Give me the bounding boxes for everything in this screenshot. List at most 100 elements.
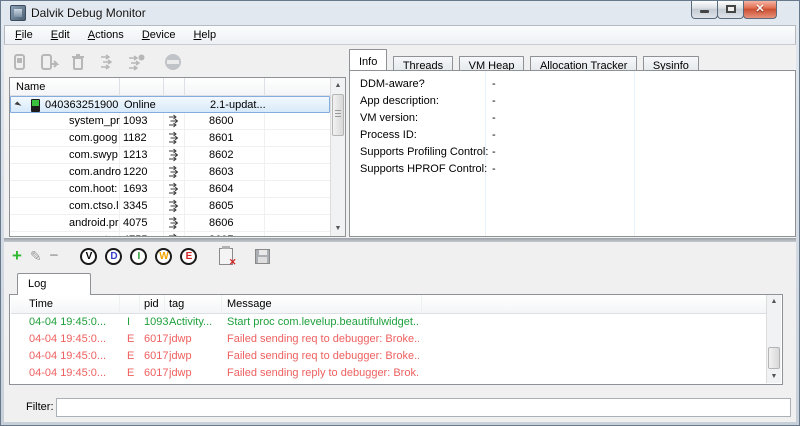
column-divider[interactable] xyxy=(264,78,265,96)
col-pid: pid xyxy=(144,298,159,310)
log-row[interactable]: 04-04 19:45:0...E6017jdwpFailed sending … xyxy=(11,365,766,382)
device-process-tree: Name 040363251900 Online 2.1-updat... sy… xyxy=(9,77,346,237)
process-name: com.andro xyxy=(69,166,121,178)
menu-actions[interactable]: Actions xyxy=(80,27,132,43)
device-row[interactable]: 040363251900 Online 2.1-updat... xyxy=(10,96,330,113)
menu-file[interactable]: File xyxy=(7,27,41,43)
tree-scrollbar[interactable]: ▲ ▼ xyxy=(330,78,345,236)
process-name: com.ctso.l xyxy=(69,200,121,212)
ddms-window: Dalvik Debug Monitor ✕ File Edit Actions… xyxy=(0,0,800,426)
scroll-up-icon[interactable]: ▲ xyxy=(769,298,779,305)
client-area: Name 040363251900 Online 2.1-updat... sy… xyxy=(4,45,796,422)
process-pid: 3345 xyxy=(123,200,147,212)
garbage-collect-icon[interactable] xyxy=(68,52,88,72)
minimize-icon xyxy=(700,10,709,13)
threads-icon xyxy=(167,114,181,128)
process-row[interactable]: com.andro 1220 8603 xyxy=(10,164,330,181)
maximize-button[interactable] xyxy=(717,1,744,19)
info-row: Process ID:- xyxy=(350,127,795,144)
info-row: Supports HPROF Control:- xyxy=(350,161,795,178)
process-row[interactable]: com.hoot: 1693 8604 xyxy=(10,181,330,198)
info-row: DDM-aware?- xyxy=(350,76,795,93)
log-row[interactable]: 04-04 19:45:0...I1093Activity...Start pr… xyxy=(11,314,766,331)
process-port: 8601 xyxy=(209,132,233,144)
scroll-down-icon[interactable]: ▼ xyxy=(333,225,343,232)
clear-log-icon[interactable] xyxy=(219,248,233,265)
process-pid: 4075 xyxy=(123,217,147,229)
edit-filter-button[interactable]: ✎ xyxy=(30,248,42,265)
process-name: com.goog xyxy=(69,132,121,144)
menu-device[interactable]: Device xyxy=(134,27,184,43)
process-row[interactable]: com.ctso.l 3345 8605 xyxy=(10,198,330,215)
maximize-icon xyxy=(726,5,736,13)
horizontal-sash[interactable] xyxy=(4,238,796,242)
process-pid: 1220 xyxy=(123,166,147,178)
process-row[interactable]: com.goog 1182 8601 xyxy=(10,130,330,147)
delete-filter-button[interactable]: − xyxy=(50,249,59,263)
scroll-down-icon[interactable]: ▼ xyxy=(769,373,779,380)
process-port: 8602 xyxy=(209,149,233,161)
device-status: Online xyxy=(124,99,156,111)
process-row[interactable]: com.swyp 1213 8602 xyxy=(10,147,330,164)
close-button[interactable]: ✕ xyxy=(743,1,777,19)
log-level-error-button[interactable]: E xyxy=(180,248,197,265)
column-divider[interactable] xyxy=(163,78,164,96)
threads-icon xyxy=(167,199,181,213)
update-threads-icon[interactable] xyxy=(97,52,117,72)
process-port: 8600 xyxy=(209,115,233,127)
scrollbar-thumb[interactable] xyxy=(332,94,344,136)
filter-label: Filter: xyxy=(26,401,54,413)
expand-collapse-icon[interactable] xyxy=(14,101,21,108)
attach-debugger-icon[interactable] xyxy=(39,52,59,72)
add-filter-button[interactable]: + xyxy=(12,248,22,264)
log-level-debug-button[interactable]: D xyxy=(105,248,122,265)
log-toolbar: + ✎ − V D I W E xyxy=(12,245,270,267)
export-log-icon[interactable] xyxy=(255,249,270,264)
menu-edit[interactable]: Edit xyxy=(43,27,78,43)
tree-header[interactable]: Name xyxy=(10,78,330,96)
scroll-up-icon[interactable]: ▲ xyxy=(333,82,343,89)
log-row[interactable]: 04-04 19:45:0...E6017jdwpFailed sending … xyxy=(11,348,766,365)
window-title: Dalvik Debug Monitor xyxy=(31,6,146,20)
process-pid: 4755 xyxy=(123,234,147,237)
tab-info[interactable]: Info xyxy=(349,49,387,70)
debug-process-icon[interactable] xyxy=(10,52,30,72)
menu-help[interactable]: Help xyxy=(185,27,224,43)
process-name: android.pr xyxy=(69,217,121,229)
process-name: com.netg: xyxy=(69,234,121,237)
update-heap-icon[interactable] xyxy=(126,52,146,72)
log-row[interactable]: 04-04 19:45:0...E6017jdwpFailed sending … xyxy=(11,331,766,348)
device-version: 2.1-updat... xyxy=(210,99,266,111)
process-port: 8604 xyxy=(209,183,233,195)
process-name: com.swyp xyxy=(69,149,121,161)
process-pid: 1213 xyxy=(123,149,147,161)
process-row[interactable]: system_pr 1093 8600 xyxy=(10,113,330,130)
log-table-header[interactable]: Time pid tag Message xyxy=(11,295,766,314)
log-level-info-button[interactable]: I xyxy=(130,248,147,265)
app-icon xyxy=(10,5,26,21)
device-serial: 040363251900 xyxy=(45,99,118,111)
log-level-warn-button[interactable]: W xyxy=(155,248,172,265)
process-port: 8605 xyxy=(209,200,233,212)
process-row[interactable]: android.pr 4075 8606 xyxy=(10,215,330,232)
log-table: Time pid tag Message 04-04 19:45:0...I10… xyxy=(11,295,766,383)
process-pid: 1693 xyxy=(123,183,147,195)
tree-header-name: Name xyxy=(16,81,45,93)
tab-log[interactable]: Log xyxy=(17,273,91,295)
column-divider[interactable] xyxy=(119,78,120,96)
process-row[interactable]: com.netg: 4755 8607 xyxy=(10,232,330,237)
column-divider[interactable] xyxy=(184,78,185,96)
process-pid: 1093 xyxy=(123,115,147,127)
scrollbar-thumb[interactable] xyxy=(768,347,780,369)
log-level-verbose-button[interactable]: V xyxy=(80,248,97,265)
title-bar[interactable]: Dalvik Debug Monitor ✕ xyxy=(1,1,799,25)
threads-icon xyxy=(167,131,181,145)
log-group: Time pid tag Message 04-04 19:45:0...I10… xyxy=(9,294,783,385)
stop-process-icon[interactable] xyxy=(163,52,183,72)
minimize-button[interactable] xyxy=(691,1,718,19)
log-scrollbar[interactable]: ▲ ▼ xyxy=(766,295,781,383)
filter-input[interactable] xyxy=(56,398,791,417)
process-port: 8607 xyxy=(209,234,233,237)
process-name: com.hoot: xyxy=(69,183,121,195)
threads-icon xyxy=(167,182,181,196)
